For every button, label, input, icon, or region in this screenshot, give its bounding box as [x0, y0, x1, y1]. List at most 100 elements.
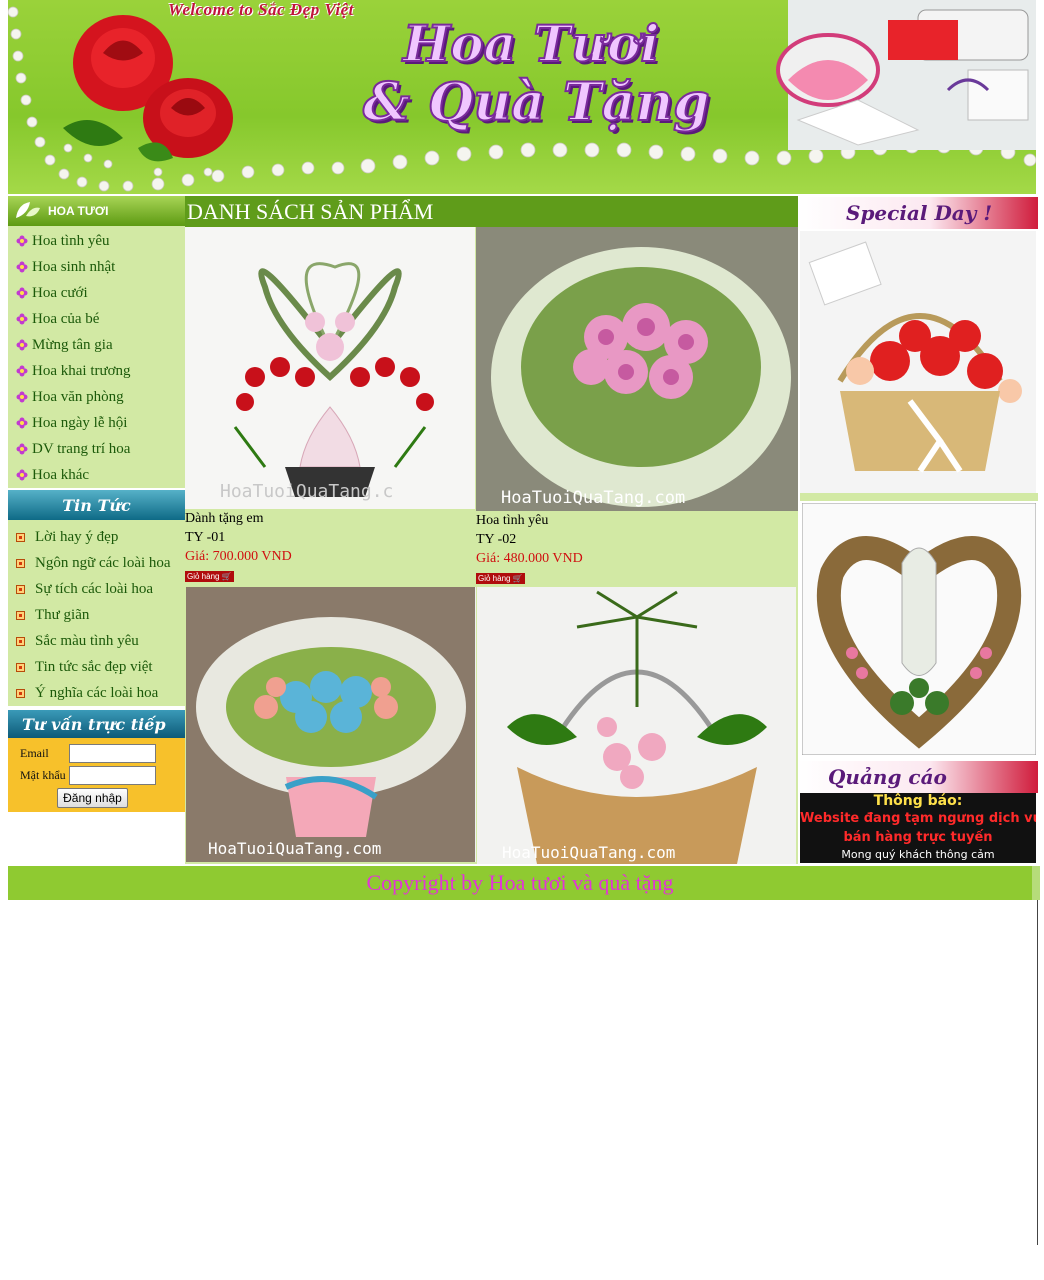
square-bullet-icon	[16, 532, 25, 542]
notice-line3: Mong quý khách thông cảm	[841, 848, 995, 861]
category-item[interactable]: Hoa văn phòng	[8, 384, 185, 410]
add-to-cart-button[interactable]: Giỏ hàng 🛒	[476, 573, 525, 584]
ads-header: Quảng cáo	[798, 761, 1038, 793]
flower-bullet-icon	[16, 261, 28, 273]
flower-bullet-icon	[16, 469, 28, 481]
flower-bullet-icon	[16, 443, 28, 455]
news-item[interactable]: Thư giãn	[8, 602, 185, 628]
add-to-cart-button[interactable]: Giỏ hàng 🛒	[185, 571, 234, 582]
category-item-label: Hoa của bé	[32, 310, 100, 327]
category-item-label: Hoa ngày lễ hội	[32, 414, 128, 431]
category-item[interactable]: Mừng tân gia	[8, 332, 185, 358]
category-item-label: Hoa văn phòng	[32, 388, 124, 405]
news-item[interactable]: Tin tức sắc đẹp việt	[8, 654, 185, 680]
footer: Copyright by Hoa tươi và quà tặng	[8, 866, 1032, 900]
product-code: TY -02	[476, 532, 517, 547]
product-code: TY -01	[185, 530, 226, 545]
flower-bullet-icon	[16, 235, 28, 247]
square-bullet-icon	[16, 584, 25, 594]
site-banner: Welcome to Sắc Đẹp Việt Hoa Tươi & Quà T…	[8, 0, 1036, 194]
product-image[interactable]: HoaTuoiQuaTang.com	[476, 227, 798, 511]
category-item[interactable]: Hoa khác	[8, 462, 185, 488]
watermark-text: HoaTuoiQuaTang.com	[502, 843, 675, 862]
news-item[interactable]: Sắc màu tình yêu	[8, 628, 185, 654]
product-name[interactable]: Hoa tình yêu	[476, 511, 798, 530]
notice-title: Thông báo:	[873, 793, 963, 809]
product-price: Giá: 480.000 VND	[476, 551, 583, 566]
flower-bullet-icon	[16, 391, 28, 403]
product-image[interactable]: HoaTuoiQuaTang.com	[186, 587, 476, 862]
category-item-label: Hoa sinh nhật	[32, 258, 116, 275]
login-button[interactable]: Đăng nhập	[57, 788, 128, 808]
watermark-text: HoaTuoiQuaTang.com	[208, 839, 381, 858]
notice-banner[interactable]: Thông báo: Website đang tạm ngưng dịch v…	[800, 793, 1036, 863]
category-item-label: DV trang trí hoa	[32, 440, 131, 457]
category-item[interactable]: Hoa ngày lễ hội	[8, 410, 185, 436]
email-label: Email	[20, 745, 49, 760]
password-field[interactable]	[69, 765, 156, 785]
news-item[interactable]: Lời hay ý đẹp	[8, 524, 185, 550]
product-image[interactable]: HoaTuoiQuaTang.c	[185, 227, 475, 509]
password-label: Mật khẩu	[20, 767, 66, 782]
category-item-label: Hoa khai trương	[32, 362, 131, 379]
category-item[interactable]: Hoa của bé	[8, 306, 185, 332]
product-image[interactable]: HoaTuoiQuaTang.com	[477, 587, 796, 864]
square-bullet-icon	[16, 636, 25, 646]
cart-button-label: Giỏ hàng	[478, 574, 511, 583]
product-card: HoaTuoiQuaTang.c Dành tặng em TY -01 Giá…	[185, 227, 475, 584]
category-item-label: Hoa khác	[32, 466, 90, 483]
heart-wreath-image[interactable]	[802, 503, 1036, 755]
category-header-label: HOA TƯƠI	[48, 204, 109, 218]
red-roses-image	[63, 15, 233, 162]
square-bullet-icon	[16, 558, 25, 568]
welcome-text: Welcome to Sắc Đẹp Việt	[168, 0, 354, 19]
square-bullet-icon	[16, 610, 25, 620]
news-menu: Lời hay ý đẹp Ngôn ngữ các loài hoa Sự t…	[8, 520, 185, 706]
product-list: DANH SÁCH SẢN PHẨM HoaTuoiQuaTang.c Dành…	[185, 196, 798, 864]
product-card: HoaTuoiQuaTang.com Hoa tình yêu TY -02 G…	[476, 227, 798, 586]
gift-boxes-image	[776, 0, 1036, 150]
right-sidebar: Special Day ! Quảng cáo Thông báo: Websi…	[798, 196, 1038, 864]
news-item-label: Lời hay ý đẹp	[35, 528, 119, 545]
category-item[interactable]: Hoa cưới	[8, 280, 185, 306]
news-item[interactable]: Ý nghĩa các loài hoa	[8, 680, 185, 706]
category-item-label: Hoa cưới	[32, 284, 88, 301]
special-day-image[interactable]	[800, 231, 1036, 493]
footer-edge	[1032, 866, 1040, 900]
banner-title-line2: & Quà Tặng	[362, 71, 711, 134]
product-price: Giá: 700.000 VND	[185, 549, 292, 564]
notice-line1: Website đang tạm ngưng dịch vụ	[800, 811, 1036, 826]
news-item-label: Sự tích các loài hoa	[35, 580, 154, 597]
cart-button-label: Giỏ hàng	[187, 572, 220, 581]
flower-bullet-icon	[16, 417, 28, 429]
product-card: HoaTuoiQuaTang.com	[477, 587, 796, 864]
consult-header: Tư vấn trực tiếp	[8, 710, 185, 738]
news-item-label: Tin tức sắc đẹp việt	[35, 658, 153, 675]
category-menu: Hoa tình yêu Hoa sinh nhật Hoa cưới Hoa …	[8, 226, 185, 488]
category-item[interactable]: Hoa khai trương	[8, 358, 185, 384]
category-item-label: Mừng tân gia	[32, 336, 113, 353]
category-item[interactable]: Hoa tình yêu	[8, 228, 185, 254]
leaf-icon	[16, 202, 40, 218]
square-bullet-icon	[16, 688, 25, 698]
notice-line2: bán hàng trực tuyến	[843, 830, 993, 845]
news-item-label: Thư giãn	[35, 606, 90, 623]
flower-bullet-icon	[16, 287, 28, 299]
email-field[interactable]	[69, 743, 156, 763]
news-item[interactable]: Ngôn ngữ các loài hoa	[8, 550, 185, 576]
news-header: Tin Tức	[8, 490, 185, 520]
news-item[interactable]: Sự tích các loài hoa	[8, 576, 185, 602]
page-border-line	[1037, 900, 1038, 1245]
product-name[interactable]: Dành tặng em	[185, 509, 475, 528]
category-item[interactable]: Hoa sinh nhật	[8, 254, 185, 280]
news-item-label: Sắc màu tình yêu	[35, 632, 139, 649]
news-item-label: Ngôn ngữ các loài hoa	[35, 554, 171, 571]
banner-title-line1: Hoa Tươi	[402, 13, 660, 74]
category-item[interactable]: DV trang trí hoa	[8, 436, 185, 462]
product-list-header: DANH SÁCH SẢN PHẨM	[185, 196, 798, 227]
square-bullet-icon	[16, 662, 25, 672]
watermark-text: HoaTuoiQuaTang.com	[501, 488, 685, 508]
cart-icon: 🛒	[221, 572, 232, 581]
special-day-header: Special Day !	[798, 197, 1038, 229]
product-card: HoaTuoiQuaTang.com	[186, 587, 476, 862]
